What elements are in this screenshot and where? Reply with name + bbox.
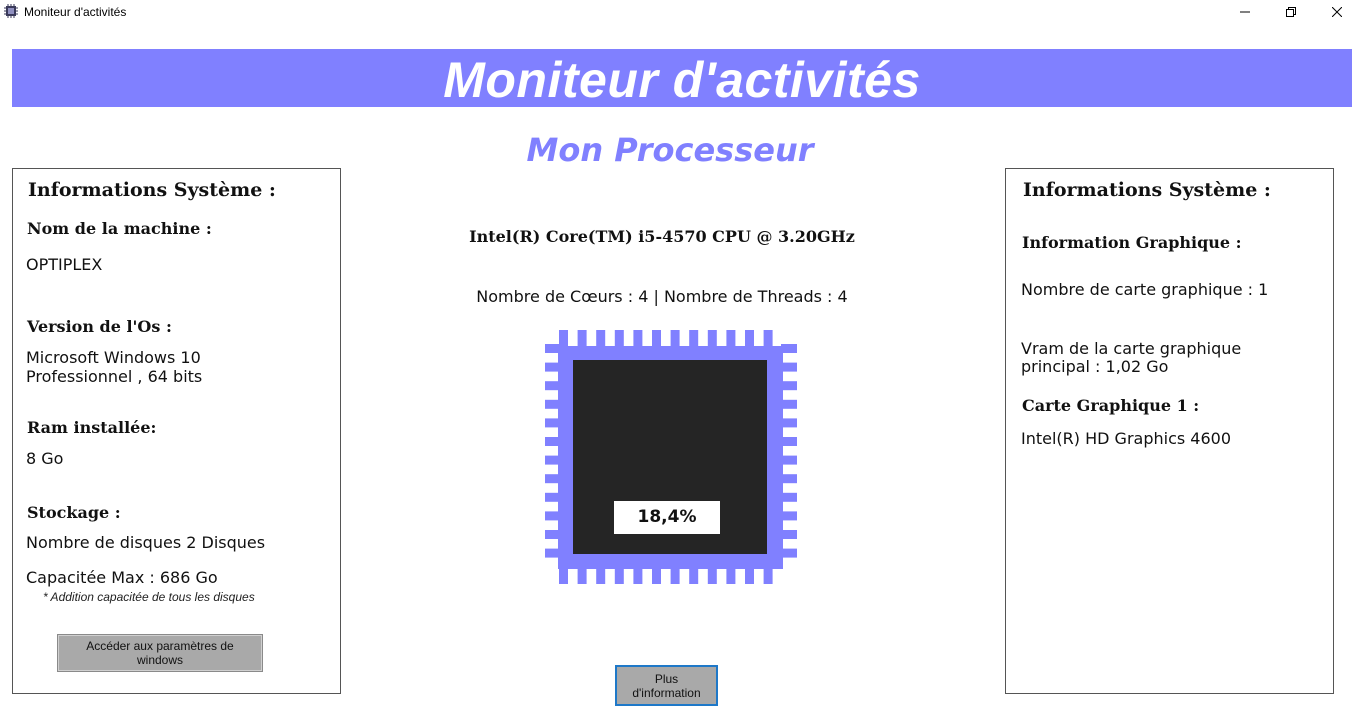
- chip-pin: [781, 418, 797, 428]
- close-icon: [1332, 7, 1342, 17]
- more-info-label-1: Plus: [654, 672, 679, 686]
- chip-pin: [633, 568, 643, 584]
- chip-pin: [707, 330, 717, 346]
- chip-pin: [781, 511, 797, 521]
- settings-button-label-2: windows: [136, 653, 184, 667]
- panel-title: Informations Système :: [1023, 179, 1271, 201]
- page-subtitle: Mon Processeur: [526, 131, 814, 169]
- chip-pin: [559, 330, 568, 346]
- chip-pin: [614, 568, 624, 584]
- chip-pin: [781, 381, 797, 391]
- chip-pin: [745, 330, 754, 346]
- cpu-usage-value: 18,4%: [614, 501, 720, 534]
- settings-button-label-1: Accéder aux paramètres de: [86, 639, 234, 653]
- chip-pin: [763, 330, 773, 346]
- ram-value: 8 Go: [26, 449, 64, 468]
- chip-pin: [781, 455, 797, 465]
- disk-count: Nombre de disques 2 Disques: [26, 533, 266, 552]
- panel-title: Informations Système :: [28, 179, 276, 201]
- close-button[interactable]: [1314, 0, 1360, 24]
- chip-pin: [781, 399, 797, 409]
- chip-pin: [763, 568, 773, 584]
- chip-pin: [670, 568, 680, 584]
- chip-pin: [633, 330, 643, 346]
- more-info-button[interactable]: Plus d'information: [615, 665, 718, 706]
- chip-pin: [596, 568, 606, 584]
- chip-pin: [781, 344, 797, 353]
- chip-pin: [577, 330, 587, 346]
- chip-pin: [689, 568, 699, 584]
- chip-pin: [745, 568, 754, 584]
- app-heading: Moniteur d'activités: [443, 52, 921, 108]
- restore-button[interactable]: [1268, 0, 1314, 24]
- minimize-button[interactable]: [1222, 0, 1268, 24]
- gpu-info-heading: Information Graphique :: [1022, 233, 1242, 252]
- chip-pin: [614, 330, 624, 346]
- os-version-line2: Professionnel , 64 bits: [26, 367, 203, 386]
- window-title: Moniteur d'activités: [24, 5, 127, 19]
- storage-capacity: Capacitée Max : 686 Go: [26, 568, 218, 587]
- chip-pin: [559, 568, 568, 584]
- gpu-count: Nombre de carte graphique : 1: [1021, 280, 1269, 299]
- windows-settings-button[interactable]: Accéder aux paramètres de windows: [57, 634, 263, 672]
- chip-pin: [781, 548, 797, 558]
- chip-pin: [726, 568, 736, 584]
- chip-pin: [689, 330, 699, 346]
- chip-pin: [707, 568, 717, 584]
- vram-line1: Vram de la carte graphique: [1021, 339, 1242, 358]
- chip-pin: [781, 362, 797, 372]
- cpu-chip-icon: [4, 4, 18, 18]
- chip-pin: [781, 474, 797, 484]
- chip-pin: [577, 568, 587, 584]
- chip-pin: [596, 330, 606, 346]
- window-titlebar: Moniteur d'activités: [0, 0, 1360, 24]
- cpu-chip-graphic: [545, 330, 797, 584]
- chip-pin: [652, 330, 661, 346]
- ram-heading: Ram installée:: [27, 418, 157, 437]
- header-banner: Moniteur d'activités: [12, 49, 1352, 108]
- chip-pin: [726, 330, 736, 346]
- storage-heading: Stockage :: [27, 503, 121, 522]
- machine-name-value: OPTIPLEX: [26, 255, 103, 274]
- chip-pin: [670, 330, 680, 346]
- capacity-note: * Addition capacitée de tous les disques: [43, 590, 255, 604]
- chip-pin: [781, 437, 797, 446]
- graphics-card-heading: Carte Graphique 1 :: [1022, 396, 1200, 415]
- chip-pin: [652, 568, 661, 584]
- graphics-info-panel: Informations Système : Information Graph…: [1005, 168, 1334, 694]
- more-info-label-2: d'information: [632, 686, 701, 700]
- graphics-card-value: Intel(R) HD Graphics 4600: [1021, 429, 1232, 448]
- restore-icon: [1286, 7, 1296, 17]
- minimize-icon: [1240, 11, 1250, 13]
- os-version-heading: Version de l'Os :: [27, 317, 172, 336]
- system-info-panel: Informations Système : Nom de la machine…: [12, 168, 341, 694]
- vram-line2: principal : 1,02 Go: [1021, 357, 1169, 376]
- chip-pin: [781, 530, 797, 539]
- chip-pin: [781, 492, 797, 502]
- os-version-line1: Microsoft Windows 10: [26, 348, 201, 367]
